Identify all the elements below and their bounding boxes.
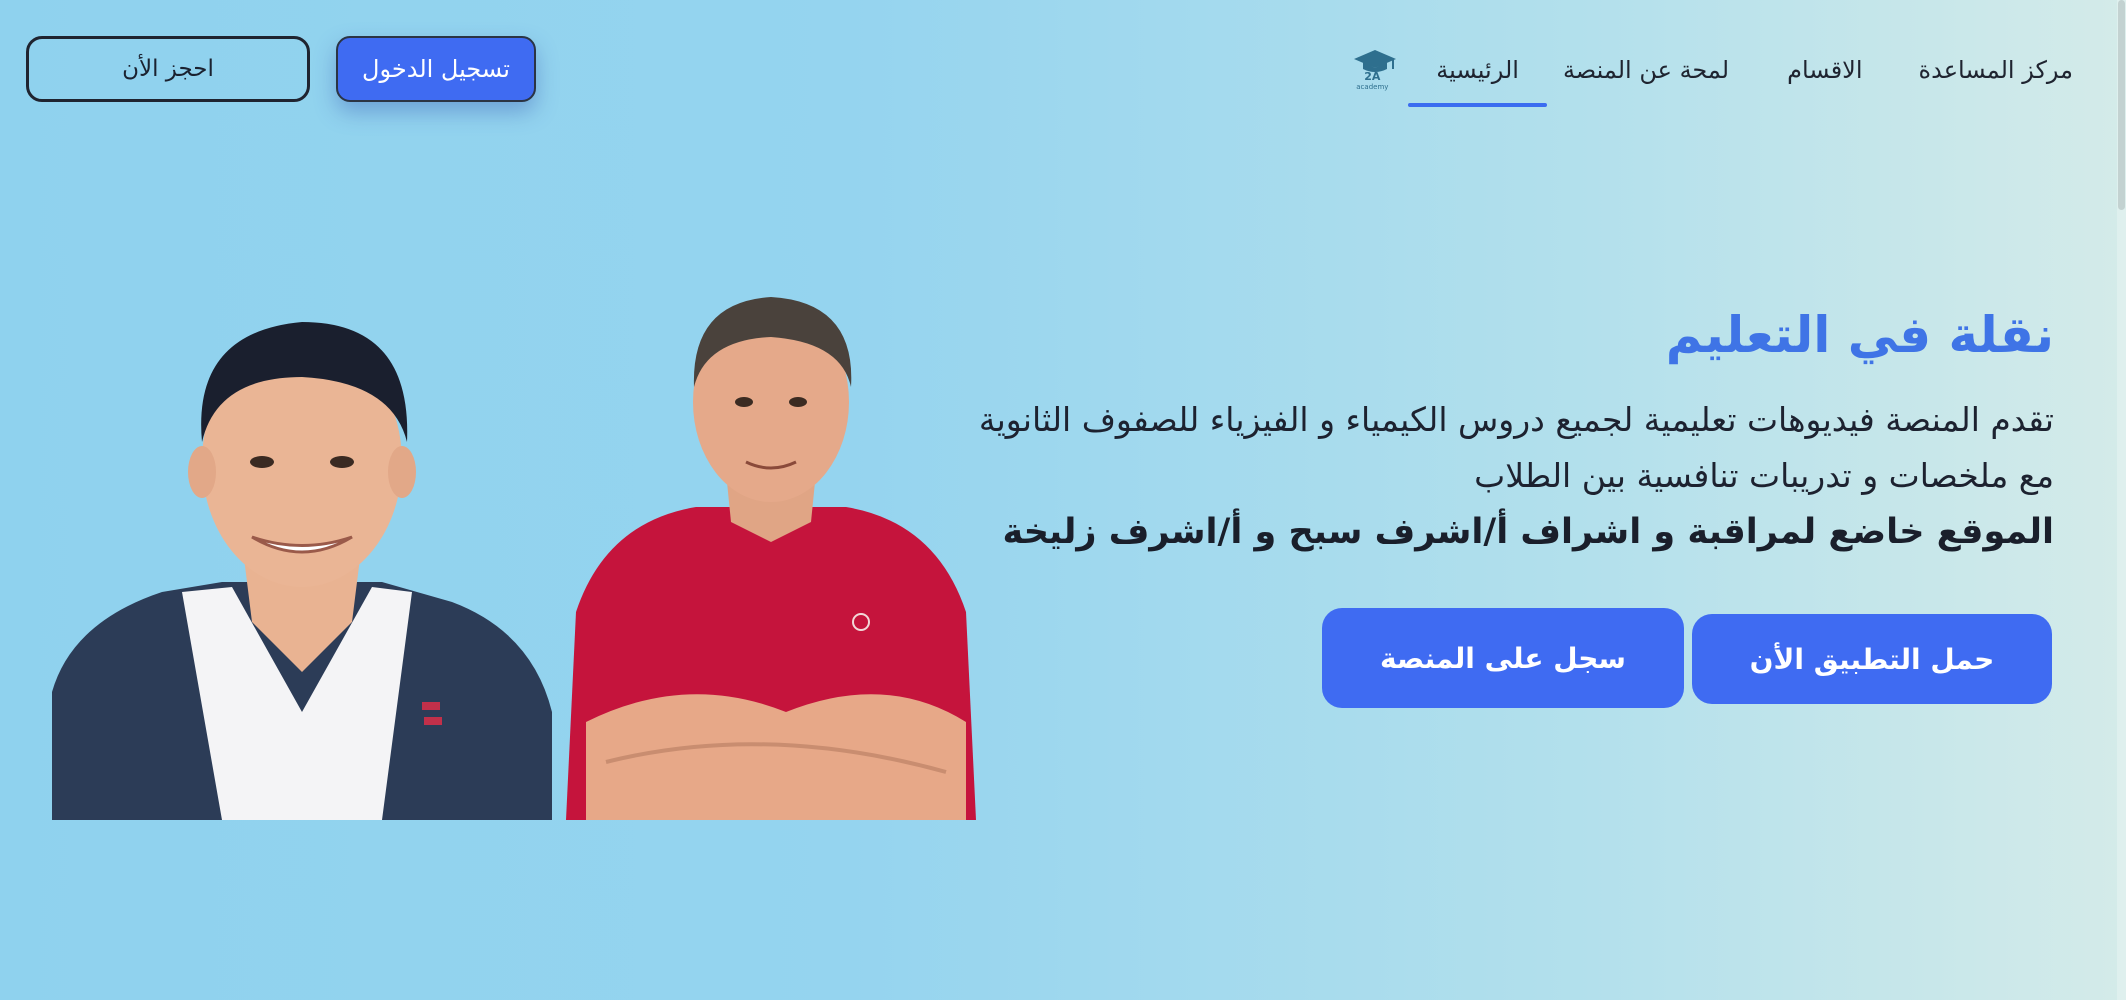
teacher-photo-left: [52, 292, 552, 820]
nav-item-about[interactable]: لمحة عن المنصة: [1547, 30, 1745, 110]
academy-logo[interactable]: 2A academy: [1352, 47, 1398, 93]
nav-help-label: مركز المساعدة: [1918, 56, 2073, 84]
login-button[interactable]: تسجيل الدخول: [336, 36, 536, 102]
nav-home-label: الرئيسية: [1436, 56, 1519, 84]
nav-sections-label: الاقسام: [1787, 56, 1863, 84]
download-app-button[interactable]: حمل التطبيق الأن: [1692, 614, 2052, 704]
nav-item-sections[interactable]: الاقسام: [1771, 30, 1878, 110]
scrollbar-thumb[interactable]: [2118, 0, 2125, 210]
nav-about-label: لمحة عن المنصة: [1562, 56, 1730, 84]
book-now-button[interactable]: احجز الأن: [26, 36, 310, 102]
main-navigation: 2A academy الرئيسية لمحة عن المنصة الاقس…: [1314, 30, 2091, 110]
page-scrollbar[interactable]: [2117, 0, 2126, 1000]
logo-text: 2A: [1364, 70, 1381, 83]
logo-subtext: academy: [1356, 83, 1389, 91]
nav-item-help-center[interactable]: مركز المساعدة: [1903, 30, 2089, 110]
nav-item-home[interactable]: الرئيسية: [1408, 30, 1547, 110]
teacher-photo-right: [566, 292, 976, 820]
register-button[interactable]: سجل على المنصة: [1322, 608, 1684, 708]
